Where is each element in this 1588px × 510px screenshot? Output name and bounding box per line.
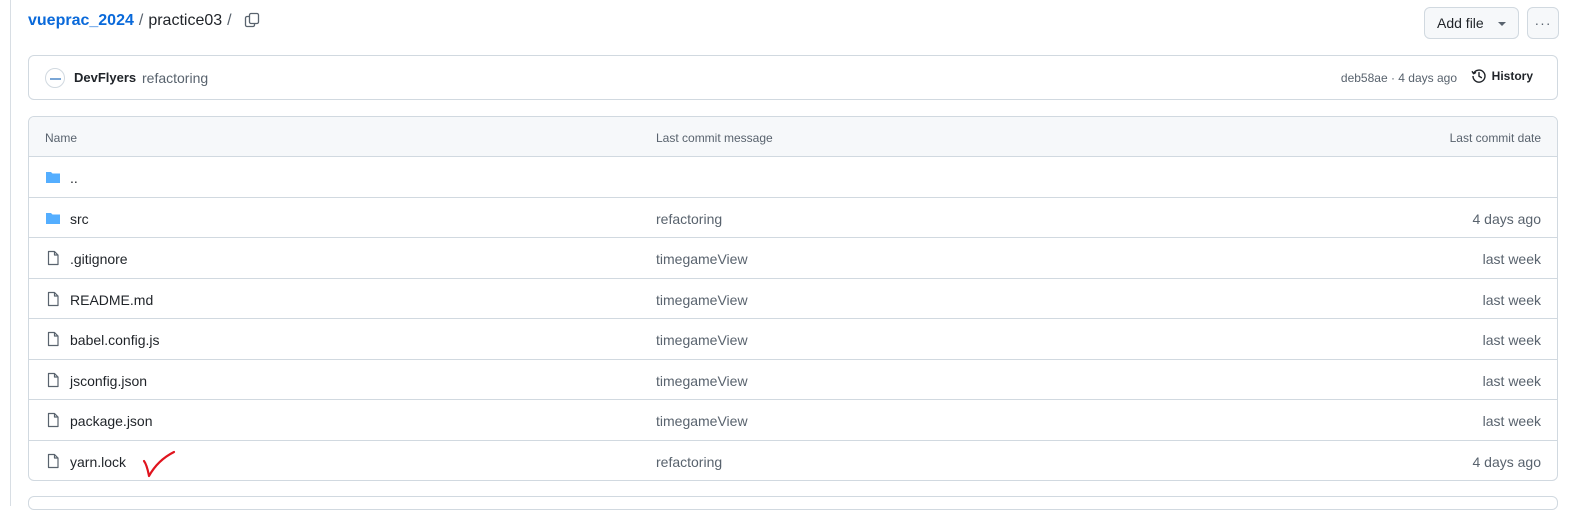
row-commit-date: last week xyxy=(1482,332,1541,348)
file-icon xyxy=(47,331,59,347)
column-header-message: Last commit message xyxy=(656,131,773,145)
copy-icon xyxy=(244,12,260,28)
chevron-down-icon xyxy=(1498,22,1506,26)
latest-commit-bar: DevFlyers refactoring deb58ae · 4 days a… xyxy=(28,55,1558,100)
folder-icon xyxy=(46,212,60,224)
file-icon xyxy=(47,372,59,387)
row-commit-date: 4 days ago xyxy=(1472,453,1542,470)
file-icon xyxy=(47,250,59,266)
file-icon xyxy=(47,453,59,468)
left-divider xyxy=(10,0,11,506)
avatar[interactable] xyxy=(45,68,65,88)
file-icon xyxy=(47,291,59,306)
file-link[interactable]: babel.config.js xyxy=(70,332,160,348)
breadcrumb-separator: / xyxy=(138,12,144,29)
table-row[interactable]: yarn.lock refactoring 4 days ago xyxy=(29,441,1557,481)
history-icon xyxy=(1471,69,1486,83)
table-row[interactable]: README.md timegameView last week xyxy=(29,279,1557,319)
breadcrumb-current-dir: practice03 xyxy=(148,12,223,29)
table-row[interactable]: package.json timegameView last week xyxy=(29,400,1557,441)
row-commit-message[interactable]: timegameView xyxy=(656,251,748,267)
folder-link[interactable]: src xyxy=(70,211,89,227)
copy-path-button[interactable] xyxy=(240,8,264,32)
row-commit-date: last week xyxy=(1482,372,1541,389)
add-file-button[interactable]: Add file xyxy=(1424,7,1519,39)
file-link[interactable]: README.md xyxy=(70,292,153,308)
next-panel-edge xyxy=(28,496,1558,510)
file-link[interactable]: .gitignore xyxy=(70,251,128,267)
row-commit-message[interactable]: refactoring xyxy=(656,211,722,227)
column-header-name: Name xyxy=(45,131,78,145)
row-commit-message[interactable]: timegameView xyxy=(656,373,748,389)
file-link[interactable]: jsconfig.json xyxy=(70,373,147,389)
row-commit-date: last week xyxy=(1482,251,1541,267)
more-options-button[interactable]: ··· xyxy=(1527,7,1559,39)
add-file-label: Add file xyxy=(1437,15,1484,31)
table-row[interactable]: .. xyxy=(29,157,1557,198)
row-commit-date: last week xyxy=(1482,413,1541,429)
row-commit-message[interactable]: timegameView xyxy=(656,413,748,429)
row-commit-message[interactable]: timegameView xyxy=(656,332,748,348)
breadcrumb-separator: / xyxy=(227,12,232,29)
breadcrumb: vueprac_2024 / practice03 / xyxy=(28,12,237,30)
breadcrumb-repo-link[interactable]: vueprac_2024 xyxy=(28,12,134,30)
commit-message-link[interactable]: refactoring xyxy=(142,70,208,86)
parent-directory-link[interactable]: .. xyxy=(70,170,78,186)
table-row[interactable]: babel.config.js timegameView last week xyxy=(29,319,1557,360)
column-header-date: Last commit date xyxy=(1449,131,1541,145)
history-label: History xyxy=(1491,69,1533,83)
commit-author-link[interactable]: DevFlyers xyxy=(74,70,136,85)
red-checkmark-icon xyxy=(142,450,176,477)
file-link[interactable]: yarn.lock xyxy=(70,454,126,470)
file-table: Name Last commit message Last commit dat… xyxy=(28,116,1558,481)
file-icon xyxy=(47,412,59,428)
commit-sha-and-time[interactable]: deb58ae · 4 days ago xyxy=(1341,71,1457,85)
row-commit-message[interactable]: refactoring xyxy=(656,454,722,470)
table-row[interactable]: .gitignore timegameView last week xyxy=(29,238,1557,279)
history-button[interactable]: History xyxy=(1471,68,1533,84)
file-link[interactable]: package.json xyxy=(70,413,153,429)
file-navigation-header: vueprac_2024 / practice03 / Add file ··· xyxy=(28,6,1568,40)
row-commit-message[interactable]: timegameView xyxy=(656,292,748,308)
folder-icon xyxy=(46,172,60,183)
table-row[interactable]: src refactoring 4 days ago xyxy=(29,198,1557,238)
table-row[interactable]: jsconfig.json timegameView last week xyxy=(29,360,1557,400)
row-commit-date: 4 days ago xyxy=(1472,210,1542,227)
table-header: Name Last commit message Last commit dat… xyxy=(29,117,1557,157)
row-commit-date: last week xyxy=(1482,291,1541,308)
